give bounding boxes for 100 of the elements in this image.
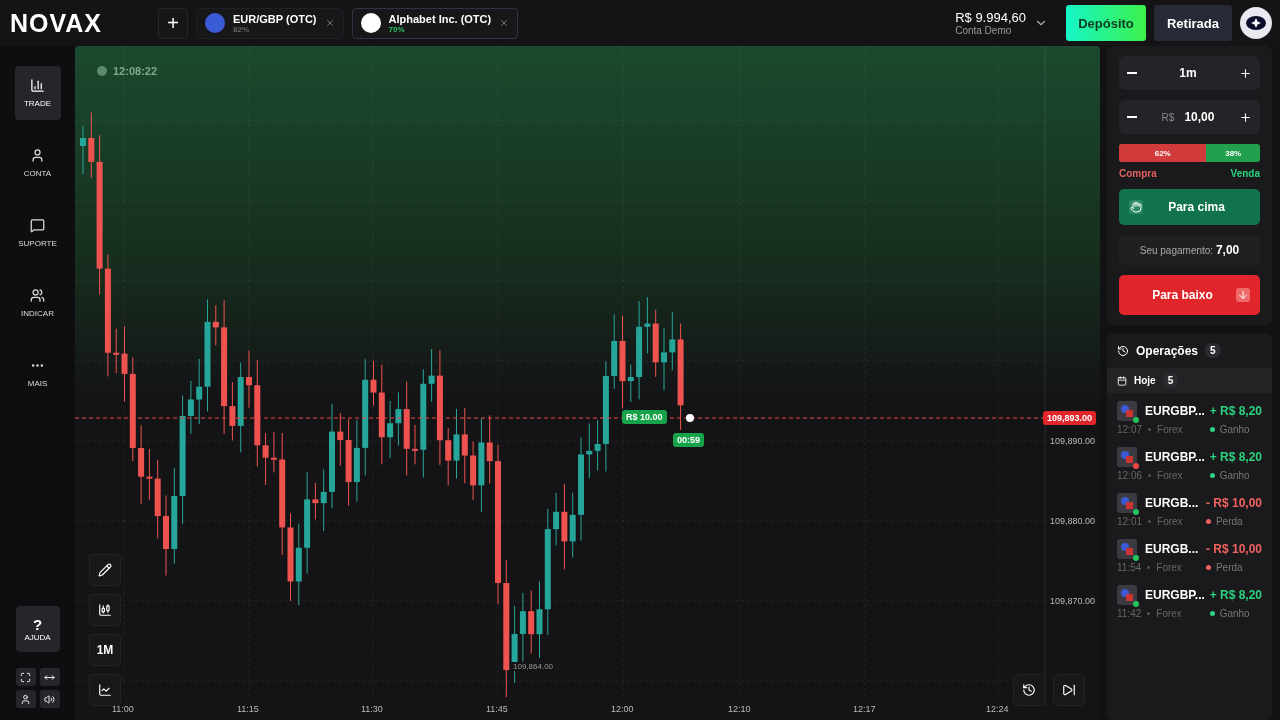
up-button[interactable]: Para cima bbox=[1119, 189, 1260, 225]
deposit-button[interactable]: Depósito bbox=[1066, 5, 1146, 41]
currency-pair-icon bbox=[1117, 401, 1137, 421]
users-icon bbox=[30, 288, 45, 303]
plus-button[interactable] bbox=[1239, 66, 1252, 80]
plus-button[interactable] bbox=[1239, 110, 1252, 124]
asset-tab[interactable]: Alphabet Inc. (OTC) 70% bbox=[351, 7, 519, 39]
fullscreen-button[interactable] bbox=[15, 668, 36, 686]
time-axis-label: 12:17 bbox=[853, 704, 876, 714]
currency-pair-icon bbox=[1117, 493, 1137, 513]
asset-name: EURGB... bbox=[1145, 542, 1200, 556]
candle bbox=[246, 349, 252, 409]
separator-dot bbox=[1148, 474, 1152, 477]
sidebar-item[interactable]: CONTA bbox=[14, 136, 61, 190]
time-axis-label: 12:00 bbox=[611, 704, 634, 714]
pencil-tool-button[interactable] bbox=[89, 554, 121, 586]
trade-category: Forex bbox=[1157, 470, 1183, 481]
indicators-button[interactable] bbox=[89, 674, 121, 706]
trade-time: 11:42 bbox=[1117, 608, 1142, 619]
account-type: Conta Demo bbox=[955, 25, 1013, 36]
operation-item[interactable]: EURGBP... + R$ 8,20 12:06 Forex Ganho bbox=[1107, 439, 1272, 485]
brand-logo-icon bbox=[360, 13, 381, 33]
user-icon bbox=[30, 148, 45, 163]
balance-amount: R$ 9.994,60 bbox=[955, 10, 1026, 25]
asset-name: EUR/GBP (OTC) bbox=[233, 12, 317, 25]
asset-name: EURGBP... bbox=[1145, 450, 1206, 464]
line-chart-icon bbox=[98, 683, 112, 697]
trade-time: 12:07 bbox=[1117, 424, 1143, 435]
currency-pair-icon bbox=[1117, 447, 1137, 467]
operation-item[interactable]: EURGBP... + R$ 8,20 12:07 Forex Ganho bbox=[1107, 393, 1272, 439]
asset-name: EURGBP... bbox=[1145, 588, 1206, 602]
sidebar-item[interactable]: SUPORTE bbox=[14, 206, 61, 260]
sidebar-item[interactable]: MAIS bbox=[14, 346, 61, 400]
trade-category: Forex bbox=[1156, 562, 1182, 573]
interval-button[interactable]: 1M bbox=[89, 634, 121, 666]
currency-symbol: R$ bbox=[1161, 111, 1175, 123]
payout-text: Seu pagamento: 7,00 bbox=[1119, 235, 1260, 265]
trade-time: 12:06 bbox=[1117, 470, 1143, 481]
profile-button[interactable] bbox=[15, 690, 36, 708]
skip-forward-button[interactable] bbox=[1053, 674, 1085, 706]
sidebar-item[interactable]: TRADE bbox=[14, 66, 61, 120]
currency-flag-icon bbox=[205, 13, 225, 33]
calendar-icon bbox=[1117, 375, 1127, 386]
time-axis-label: 11:45 bbox=[486, 704, 508, 714]
group-count: 5 bbox=[1162, 373, 1179, 388]
plus-icon bbox=[1239, 110, 1252, 124]
operation-item[interactable]: EURGBP... + R$ 8,20 11:42 Forex Ganho bbox=[1107, 577, 1272, 623]
result-dot bbox=[1205, 519, 1211, 524]
price-axis-label: 109,880.00 bbox=[1050, 516, 1096, 526]
group-label: Hoje bbox=[1134, 375, 1156, 386]
result-label: Perda bbox=[1215, 516, 1243, 527]
asset-tab[interactable]: EUR/GBP (OTC) 82% bbox=[196, 7, 344, 39]
avatar[interactable] bbox=[1240, 7, 1272, 39]
result-label: Ganho bbox=[1219, 424, 1250, 435]
arrow-down-icon bbox=[1236, 288, 1250, 302]
duration-stepper[interactable]: 1m bbox=[1119, 56, 1260, 90]
history-button[interactable] bbox=[1013, 674, 1045, 706]
currency-pair-icon bbox=[1117, 539, 1137, 559]
width-button[interactable] bbox=[39, 668, 60, 686]
down-button[interactable]: Para baixo bbox=[1119, 275, 1260, 315]
payout-percent: 70% bbox=[388, 24, 405, 34]
candle bbox=[80, 125, 86, 175]
logo[interactable]: NOVAX bbox=[10, 8, 150, 38]
speaker-icon bbox=[44, 693, 55, 705]
close-icon[interactable] bbox=[324, 18, 335, 28]
result-label: Ganho bbox=[1219, 608, 1250, 619]
trade-time: 11:54 bbox=[1117, 562, 1142, 573]
low-price-label: 109,864.00 bbox=[511, 662, 556, 671]
sell-share: 38% bbox=[1224, 147, 1243, 160]
trade-category: Forex bbox=[1157, 516, 1183, 527]
candlestick-icon bbox=[98, 603, 112, 617]
trade-category: Forex bbox=[1157, 424, 1183, 435]
add-tab-button[interactable]: + bbox=[158, 7, 188, 39]
chat-icon bbox=[30, 218, 45, 233]
amount-stepper[interactable]: R$ 10,00 bbox=[1119, 100, 1260, 134]
separator-dot bbox=[1147, 612, 1151, 615]
result-amount: - R$ 10,00 bbox=[1205, 542, 1262, 556]
time-axis-label: 11:30 bbox=[361, 704, 383, 714]
history-icon bbox=[1022, 683, 1036, 697]
operation-item[interactable]: EURGB... - R$ 10,00 12:01 Forex Perda bbox=[1107, 485, 1272, 531]
operation-item[interactable]: EURGB... - R$ 10,00 11:54 Forex Perda bbox=[1107, 531, 1272, 577]
operations-count: 5 bbox=[1205, 343, 1221, 358]
clock-time: 12:08:22 bbox=[113, 65, 158, 77]
withdraw-button[interactable]: Retirada bbox=[1154, 5, 1232, 41]
current-price-tag: 109,893.00 bbox=[1043, 411, 1097, 425]
separator-dot bbox=[1147, 566, 1151, 569]
sound-button[interactable] bbox=[39, 690, 60, 708]
plus-icon bbox=[1239, 66, 1252, 80]
fullscreen-icon bbox=[20, 671, 31, 683]
clock-dot-icon bbox=[97, 66, 107, 76]
help-button[interactable]: ? AJUDA bbox=[15, 606, 60, 652]
chart-type-button[interactable] bbox=[89, 594, 121, 626]
buy-share-fill: 62% bbox=[1119, 144, 1207, 162]
close-icon[interactable] bbox=[499, 18, 510, 28]
separator-dot bbox=[1148, 520, 1152, 523]
result-label: Ganho bbox=[1219, 470, 1250, 481]
hand-icon bbox=[1129, 200, 1143, 214]
duration-value: 1m bbox=[1179, 66, 1197, 80]
sidebar-item[interactable]: INDICAR bbox=[14, 276, 61, 330]
result-amount: - R$ 10,00 bbox=[1205, 496, 1262, 510]
